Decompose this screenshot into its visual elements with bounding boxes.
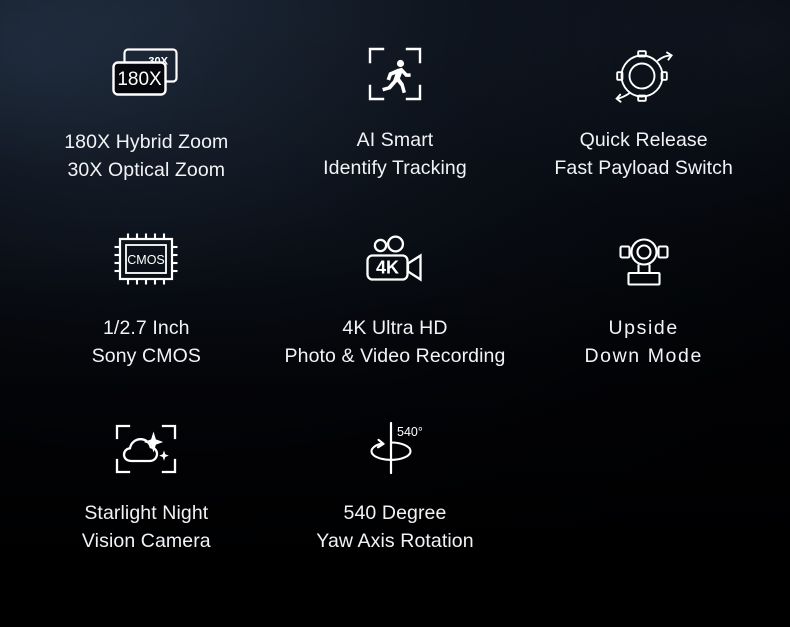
feature-line-2: 30X Optical Zoom (67, 159, 226, 181)
feature-line-1: 540 Degree (343, 502, 447, 525)
yaw-rotation-axis-icon: 540° (363, 413, 427, 485)
quick-release-mount-icon (612, 38, 676, 110)
feature-grid: 30X 180X 180X Hybrid Zoom 30X Optical Zo… (0, 0, 790, 627)
feature-caption: 540 Degree Yaw Axis Rotation (316, 499, 473, 555)
feature-line-1: 4K Ultra HD (342, 316, 448, 339)
feature-caption: 4K Ultra HD Photo & Video Recording (285, 314, 506, 370)
ai-tracking-runner-icon (367, 38, 423, 110)
feature-line-1: Upside (608, 316, 679, 339)
zoom-icon-front-label: 180X (118, 69, 163, 90)
feature-grid-empty-cell (519, 413, 768, 601)
feature-item-4k-recording: 4K 4K Ultra HD Photo & Video Recording (271, 226, 520, 414)
feature-line-2: Yaw Axis Rotation (316, 530, 474, 553)
feature-line-2: Fast Payload Switch (554, 157, 733, 179)
video-camera-4k-icon: 4K (364, 226, 426, 298)
feature-item-starlight-night-vision: Starlight Night Vision Camera (22, 413, 271, 601)
feature-caption: Starlight Night Vision Camera (82, 499, 211, 555)
cmos-icon-label: CMOS (128, 253, 166, 267)
night-vision-cloud-stars-icon (114, 413, 178, 485)
yaw-icon-label: 540° (397, 425, 423, 439)
feature-line-2: Photo & Video Recording (284, 344, 506, 367)
feature-line-2: Vision Camera (81, 530, 211, 553)
feature-line-2: Identify Tracking (323, 157, 467, 179)
feature-caption: Quick Release Fast Payload Switch (554, 126, 733, 182)
gimbal-camera-icon (616, 226, 672, 298)
feature-line-1: 180X Hybrid Zoom (64, 131, 229, 153)
feature-item-quick-release: Quick Release Fast Payload Switch (519, 38, 768, 226)
cmos-chip-icon: CMOS (110, 226, 182, 298)
feature-item-yaw-rotation: 540° 540 Degree Yaw Axis Rotation (271, 413, 520, 601)
zoom-frames-icon: 30X 180X (108, 38, 184, 110)
feature-line-1: 1/2.7 Inch (102, 316, 190, 339)
feature-line-2: Down Mode (584, 344, 703, 367)
feature-caption: 1/2.7 Inch Sony CMOS (92, 314, 201, 370)
feature-item-upside-down-mode: Upside Down Mode (519, 226, 768, 414)
feature-caption: Upside Down Mode (584, 314, 702, 370)
feature-item-sony-cmos: CMOS 1/2.7 Inch Sony CMOS (22, 226, 271, 414)
feature-line-1: Quick Release (579, 129, 708, 151)
feature-caption: 180X Hybrid Zoom 30X Optical Zoom (64, 128, 228, 184)
feature-line-1: AI Smart (356, 129, 434, 151)
4k-icon-label: 4K (376, 257, 399, 277)
feature-item-ai-tracking: AI Smart Identify Tracking (271, 38, 520, 226)
feature-item-hybrid-zoom: 30X 180X 180X Hybrid Zoom 30X Optical Zo… (22, 38, 271, 226)
feature-line-1: Starlight Night (84, 502, 209, 525)
feature-line-2: Sony CMOS (91, 344, 201, 367)
feature-caption: AI Smart Identify Tracking (323, 126, 467, 182)
